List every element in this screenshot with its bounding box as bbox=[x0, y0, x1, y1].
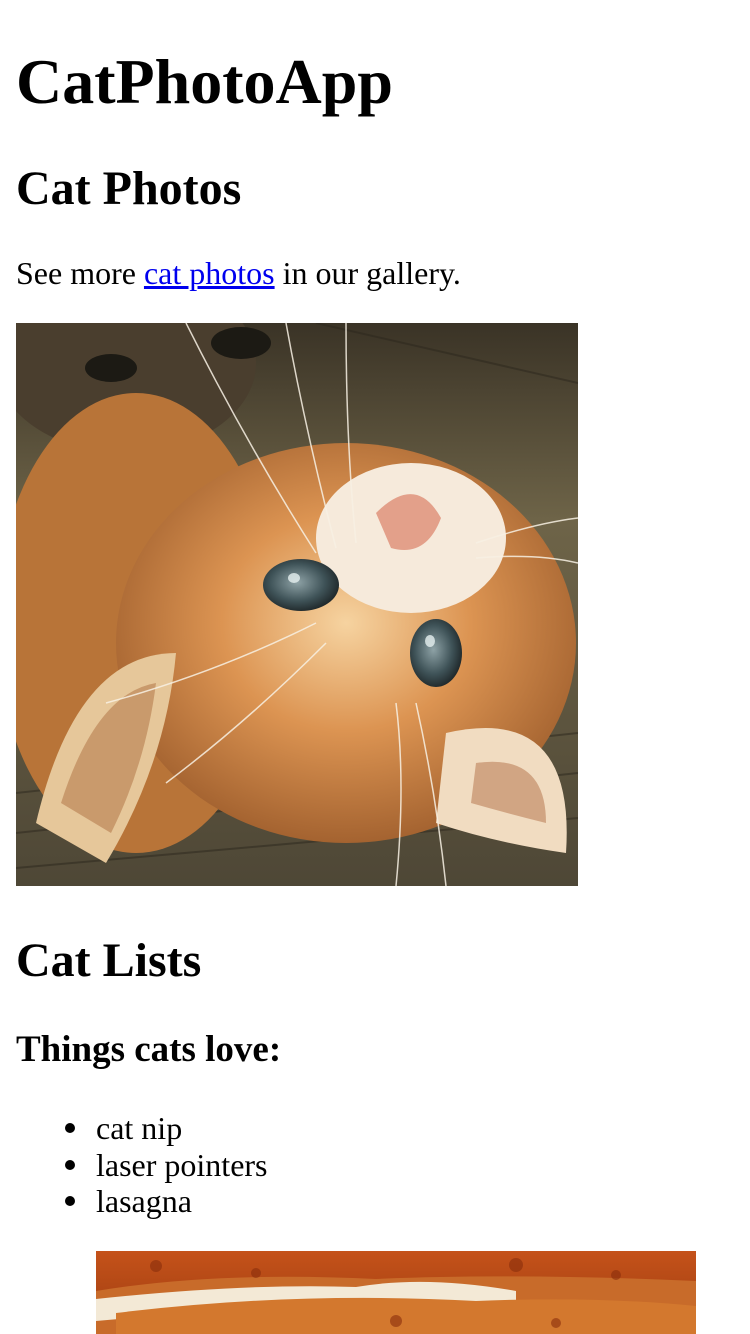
things-cats-love-list: cat nip laser pointers lasagna bbox=[16, 1110, 268, 1220]
lasagna-photo-image[interactable] bbox=[96, 1251, 696, 1334]
cat-photos-heading: Cat Photos bbox=[16, 162, 242, 215]
cat-photos-link[interactable]: cat photos bbox=[144, 255, 275, 291]
intro-text-after: in our gallery. bbox=[274, 255, 461, 291]
list-item: cat nip bbox=[16, 1110, 268, 1147]
bullet-icon bbox=[65, 1123, 75, 1133]
list-item-label: cat nip bbox=[96, 1110, 183, 1146]
list-item: lasagna bbox=[16, 1183, 268, 1220]
list-item-label: lasagna bbox=[96, 1183, 192, 1219]
gallery-intro-text: See more cat photos in our gallery. bbox=[16, 254, 461, 292]
things-cats-love-heading: Things cats love: bbox=[16, 1029, 282, 1070]
bullet-icon bbox=[65, 1159, 75, 1170]
intro-text-before: See more bbox=[16, 255, 144, 291]
list-item: laser pointers bbox=[16, 1147, 268, 1184]
cat-lists-heading: Cat Lists bbox=[16, 934, 202, 987]
cat-photo-image[interactable] bbox=[16, 323, 578, 886]
bullet-icon bbox=[65, 1196, 75, 1206]
list-item-label: laser pointers bbox=[96, 1146, 268, 1183]
app-title: CatPhotoApp bbox=[16, 46, 393, 117]
